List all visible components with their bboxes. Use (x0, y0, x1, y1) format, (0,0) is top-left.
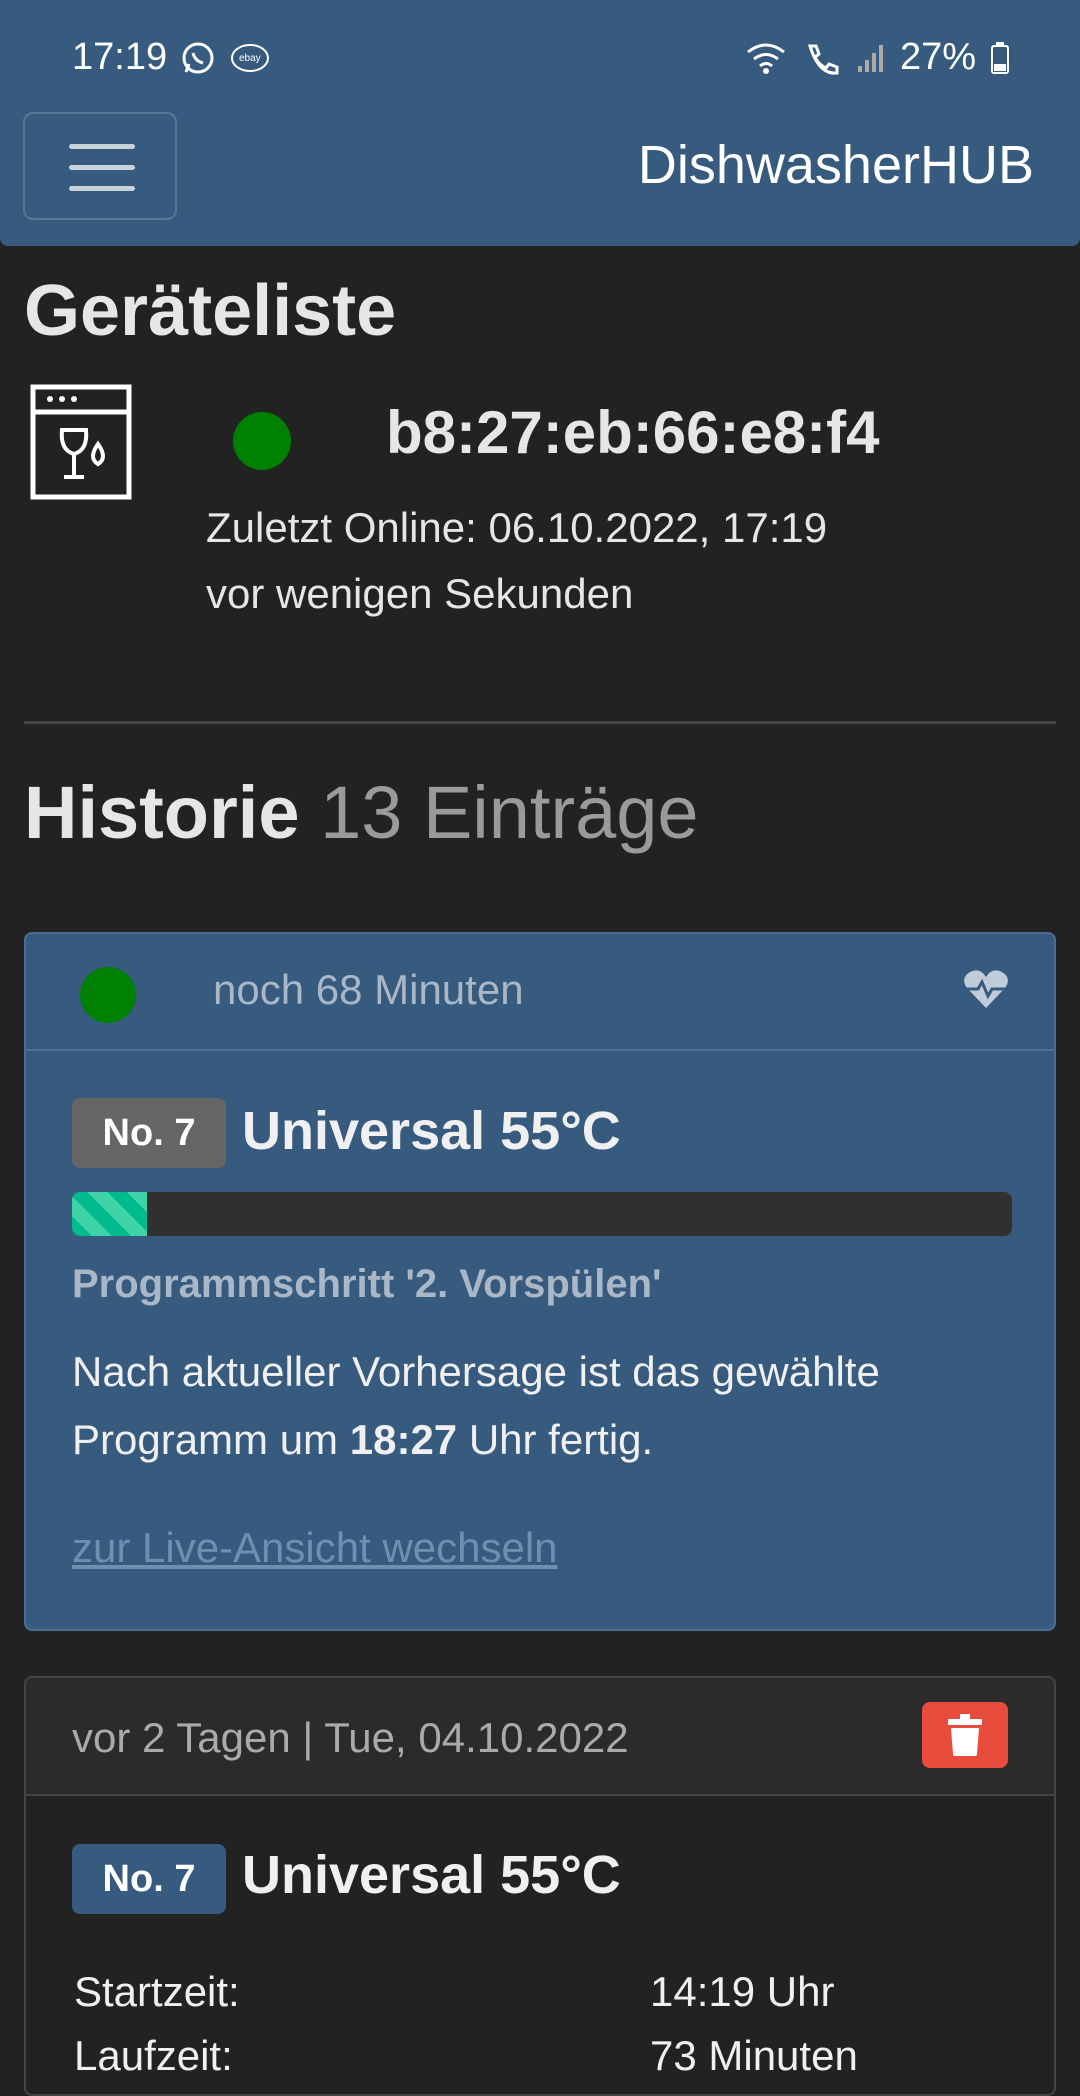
history-heading: Historie 13 Einträge (24, 770, 699, 855)
svg-text:ebay: ebay (239, 53, 261, 64)
history-entry-card: vor 2 Tagen | Tue, 04.10.2022 No. 7 Univ… (24, 1676, 1056, 2096)
entry-program-name: Universal 55°C (242, 1845, 621, 1905)
program-number-badge: No. 7 (72, 1098, 226, 1168)
active-card-header: noch 68 Minuten (26, 934, 1054, 1051)
ebay-kleinanzeigen-icon: ebay (231, 44, 269, 72)
start-time-value: 14:19 Uhr (650, 1968, 835, 2015)
history-entry-count: 13 Einträge (320, 771, 699, 854)
active-program-card: noch 68 Minuten No. 7 Universal 55°C Pro… (24, 932, 1056, 1631)
signal-icon (857, 44, 883, 72)
history-title: Historie (24, 771, 300, 854)
battery-percent: 27% (899, 36, 976, 78)
runtime-value: 73 Minuten (650, 2032, 858, 2079)
entry-program-number-badge: No. 7 (72, 1844, 226, 1914)
status-time: 17:19 (72, 36, 168, 78)
program-name: Universal 55°C (242, 1101, 621, 1161)
running-status-indicator (80, 967, 136, 1023)
device-last-online-relative: vor wenigen Sekunden (206, 570, 634, 617)
dishwasher-icon (30, 384, 132, 500)
device-last-online: Zuletzt Online: 06.10.2022, 17:19 (206, 504, 828, 551)
wifi-icon (747, 43, 785, 74)
program-step: Programmschritt '2. Vorspülen' (72, 1262, 662, 1306)
history-entry-date: vor 2 Tagen | Tue, 04.10.2022 (72, 1714, 629, 1761)
history-entry-header: vor 2 Tagen | Tue, 04.10.2022 (26, 1678, 1054, 1796)
device-online-indicator (233, 412, 291, 470)
heartbeat-icon (964, 970, 1008, 1008)
menu-toggle-button[interactable] (23, 112, 177, 220)
finish-forecast: Nach aktueller Vorhersage ist das gewähl… (72, 1338, 1012, 1474)
device-mac-address[interactable]: b8:27:eb:66:e8:f4 (386, 398, 880, 467)
forecast-suffix: Uhr fertig. (468, 1416, 654, 1463)
status-notification-icons: ebay (180, 40, 270, 76)
section-divider (24, 721, 1056, 724)
devices-heading: Geräteliste (24, 271, 397, 351)
app-header: 17:19 ebay 27% DishwasherHUB (0, 0, 1080, 246)
remaining-time: noch 68 Minuten (213, 966, 524, 1013)
live-view-link[interactable]: zur Live-Ansicht wechseln (72, 1524, 558, 1572)
status-system-icons: 27% (744, 36, 1010, 79)
wifi-call-icon (807, 44, 839, 75)
delete-entry-button[interactable] (922, 1702, 1008, 1768)
program-progress-fill (72, 1192, 148, 1236)
brand-link[interactable]: DishwasherHUB (638, 134, 1034, 196)
forecast-finish-time: 18:27 (349, 1416, 458, 1463)
start-time-label: Startzeit: (74, 1968, 240, 2015)
whatsapp-icon (182, 42, 214, 74)
hamburger-icon (69, 144, 135, 149)
battery-icon (991, 41, 1009, 74)
program-progress-bar (72, 1192, 1012, 1236)
trash-icon (948, 1714, 982, 1756)
runtime-label: Laufzeit: (74, 2032, 233, 2079)
